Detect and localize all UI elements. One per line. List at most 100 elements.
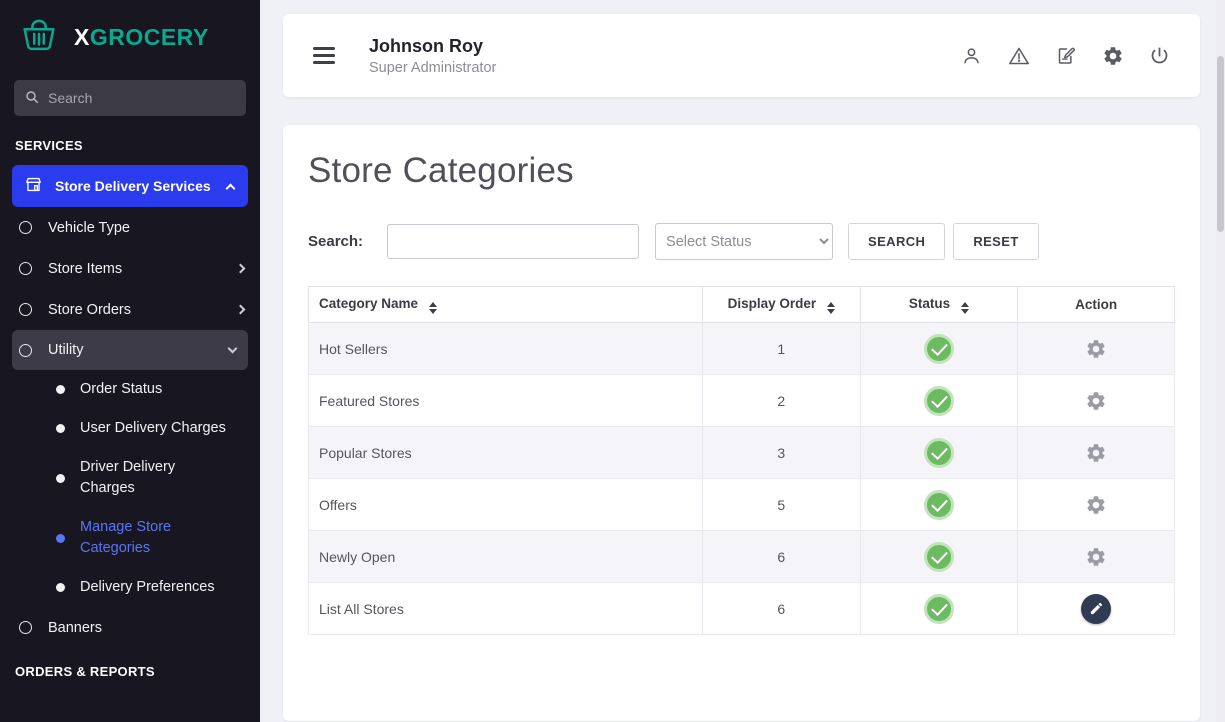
sidebar-search-input[interactable] <box>14 80 246 116</box>
power-icon[interactable] <box>1149 45 1170 66</box>
sidebar-subitem-order-status[interactable]: Order Status <box>0 370 260 409</box>
table-row: Featured Stores 2 <box>309 375 1175 427</box>
form-edit-icon[interactable] <box>1056 45 1077 67</box>
sidebar-subitem-driver-delivery-charges[interactable]: Driver Delivery Charges <box>0 448 260 508</box>
chevron-right-icon <box>236 264 246 274</box>
category-name-cell: Offers <box>309 479 703 531</box>
grocery-basket-icon <box>16 13 62 62</box>
page-title: Store Categories <box>308 151 1175 191</box>
sidebar-subitem-delivery-preferences[interactable]: Delivery Preferences <box>0 568 260 607</box>
store-categories-card: Store Categories Search: Select Status S… <box>283 125 1200 721</box>
display-order-cell: 6 <box>703 583 861 635</box>
chevron-down-icon <box>228 344 238 354</box>
bullet-icon <box>56 385 65 394</box>
user-icon[interactable] <box>961 45 982 67</box>
sort-icon <box>429 302 437 314</box>
status-active-icon <box>924 594 954 624</box>
bullet-icon <box>56 583 65 592</box>
row-settings-button[interactable] <box>1085 546 1107 568</box>
circle-icon <box>19 221 32 234</box>
category-name-cell: Hot Sellers <box>309 323 703 375</box>
sidebar-item-store-orders[interactable]: Store Orders <box>0 289 260 330</box>
display-order-cell: 2 <box>703 375 861 427</box>
category-name-cell: List All Stores <box>309 583 703 635</box>
subitem-label: Delivery Preferences <box>80 577 215 598</box>
subitem-label: Order Status <box>80 379 162 400</box>
circle-icon <box>19 303 32 316</box>
column-header-category-name[interactable]: Category Name <box>309 287 703 323</box>
brand-name: XGROCERY <box>74 24 209 51</box>
bullet-icon <box>56 474 65 483</box>
chevron-up-icon <box>226 183 236 193</box>
storefront-icon <box>24 175 43 197</box>
user-name: Johnson Roy <box>369 36 496 57</box>
hamburger-icon <box>313 47 335 50</box>
sidebar-item-label: Utility <box>48 342 83 358</box>
table-row: Popular Stores 3 <box>309 427 1175 479</box>
display-order-cell: 3 <box>703 427 861 479</box>
search-icon <box>24 89 40 110</box>
reset-button[interactable]: RESET <box>953 223 1038 260</box>
row-settings-button[interactable] <box>1085 390 1107 412</box>
category-name-cell: Popular Stores <box>309 427 703 479</box>
sidebar-item-label: Store Items <box>48 261 122 277</box>
display-order-cell: 1 <box>703 323 861 375</box>
sidebar-item-label: Store Delivery Services <box>55 178 211 194</box>
row-settings-button[interactable] <box>1085 338 1107 360</box>
menu-button[interactable] <box>313 43 335 69</box>
sidebar-item-store-items[interactable]: Store Items <box>0 248 260 289</box>
status-active-icon <box>924 490 954 520</box>
sidebar-item-banners[interactable]: Banners <box>0 607 260 648</box>
status-active-icon <box>924 334 954 364</box>
user-role: Super Administrator <box>369 60 496 76</box>
table-row: Offers 5 <box>309 479 1175 531</box>
circle-icon <box>19 621 32 634</box>
topbar: Johnson Roy Super Administrator <box>283 14 1200 97</box>
chevron-right-icon <box>236 305 246 315</box>
user-block: Johnson Roy Super Administrator <box>369 36 496 76</box>
scrollbar-thumb[interactable] <box>1217 56 1224 232</box>
categories-table: Category Name Display Order Status Actio… <box>308 286 1175 635</box>
sidebar-subitem-manage-store-categories[interactable]: Manage Store Categories <box>0 508 260 568</box>
warning-icon[interactable] <box>1007 45 1031 67</box>
bullet-icon <box>56 424 65 433</box>
topbar-icons <box>961 45 1170 67</box>
subitem-label: Manage Store Categories <box>80 517 230 559</box>
sidebar-item-label: Banners <box>48 620 102 636</box>
sort-icon <box>827 302 835 314</box>
filter-row: Search: Select Status SEARCH RESET <box>308 223 1175 260</box>
column-header-status[interactable]: Status <box>860 287 1018 323</box>
status-select[interactable]: Select Status <box>655 223 833 260</box>
column-header-display-order[interactable]: Display Order <box>703 287 861 323</box>
section-services: SERVICES <box>0 116 260 163</box>
sidebar-subitem-user-delivery-charges[interactable]: User Delivery Charges <box>0 409 260 448</box>
search-button[interactable]: SEARCH <box>848 223 945 260</box>
status-active-icon <box>924 386 954 416</box>
sidebar-item-vehicle-type[interactable]: Vehicle Type <box>0 207 260 248</box>
circle-icon <box>19 344 32 357</box>
bullet-icon <box>56 534 65 543</box>
status-active-icon <box>924 438 954 468</box>
category-name-cell: Newly Open <box>309 531 703 583</box>
row-settings-button[interactable] <box>1085 494 1107 516</box>
category-search-input[interactable] <box>387 224 639 259</box>
search-label: Search: <box>308 233 363 250</box>
sidebar-item-label: Vehicle Type <box>48 220 130 236</box>
table-row: Newly Open 6 <box>309 531 1175 583</box>
column-header-action: Action <box>1018 287 1175 323</box>
sidebar-item-store-delivery-services[interactable]: Store Delivery Services <box>12 165 248 207</box>
table-row: List All Stores 6 <box>309 583 1175 635</box>
sidebar-search <box>14 80 246 116</box>
sidebar: XGROCERY SERVICES Store Delivery Service… <box>0 0 260 722</box>
row-settings-button[interactable] <box>1085 442 1107 464</box>
brand-logo[interactable]: XGROCERY <box>0 0 260 72</box>
row-edit-button[interactable] <box>1081 594 1111 624</box>
gear-icon[interactable] <box>1102 45 1124 67</box>
sidebar-item-label: Store Orders <box>48 302 131 318</box>
main-area: Johnson Roy Super Administrator <box>260 0 1225 722</box>
subitem-label: Driver Delivery Charges <box>80 457 230 499</box>
category-name-cell: Featured Stores <box>309 375 703 427</box>
subitem-label: User Delivery Charges <box>80 418 226 439</box>
sidebar-item-utility[interactable]: Utility <box>12 330 248 370</box>
display-order-cell: 6 <box>703 531 861 583</box>
